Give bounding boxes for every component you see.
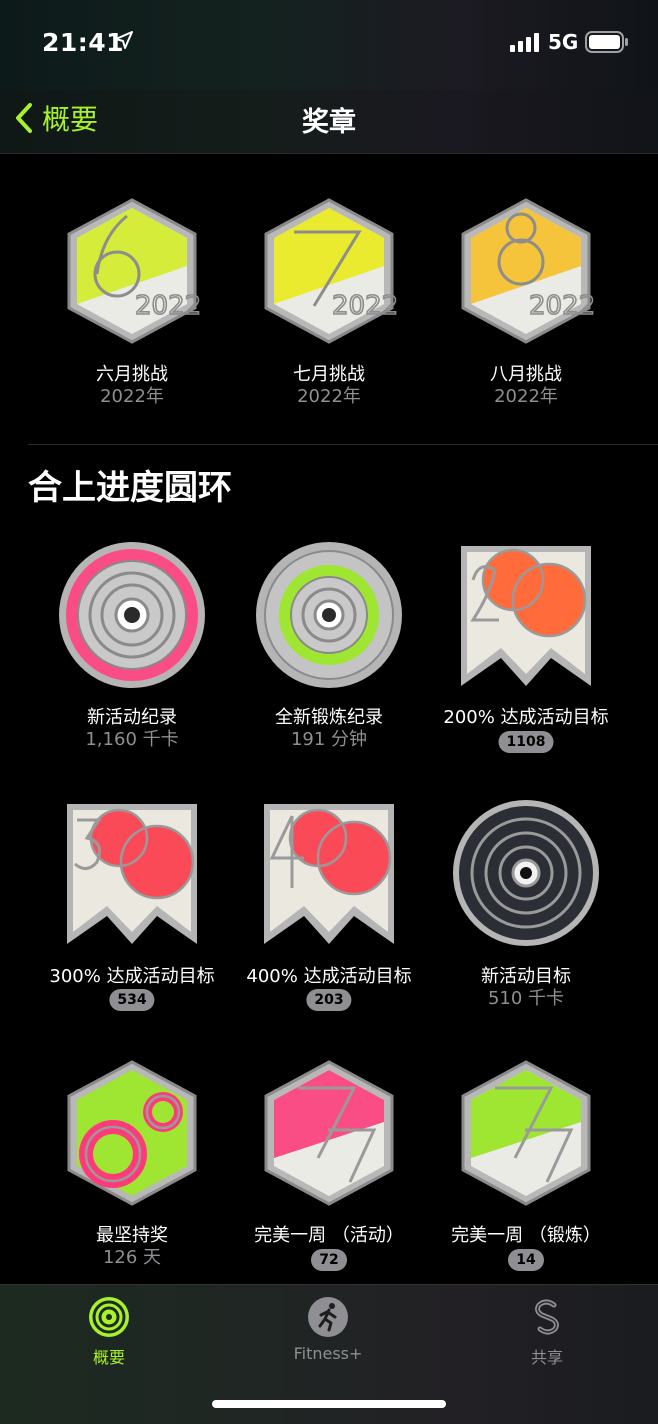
new-move-goal-badge[interactable] xyxy=(451,798,601,948)
badge-year: 2022年 xyxy=(100,386,164,407)
august-challenge-badge[interactable]: 2022 xyxy=(451,196,601,346)
badge-title: 200% 达成活动目标 xyxy=(443,707,609,728)
400-percent-move-badge[interactable] xyxy=(254,798,404,948)
banner-medal-icon xyxy=(461,546,591,686)
200-percent-move-badge[interactable] xyxy=(451,540,601,690)
page-title: 奖章 xyxy=(302,107,356,138)
badge-title: 400% 达成活动目标 xyxy=(246,966,412,987)
tab-label: Fitness+ xyxy=(293,1344,363,1363)
tab-label: 概要 xyxy=(92,1348,125,1367)
hexagon-medal-icon: 2022 xyxy=(461,198,596,344)
badge-subtitle: 1,160 千卡 xyxy=(85,729,179,750)
count-badge: 14 xyxy=(508,1249,544,1271)
svg-text:2022: 2022 xyxy=(529,291,595,321)
round-medal-icon xyxy=(256,542,402,688)
hexagon-medal-icon xyxy=(67,1060,197,1206)
badge-title: 完美一周 （活动） xyxy=(254,1225,404,1246)
move-record-badge[interactable] xyxy=(57,540,207,690)
hexagon-medal-icon xyxy=(461,1060,591,1206)
share-s-icon xyxy=(535,1299,559,1335)
300-percent-move-badge[interactable] xyxy=(57,798,207,948)
badge-subtitle: 510 千卡 xyxy=(487,988,565,1009)
section-divider xyxy=(28,444,658,445)
battery-icon xyxy=(585,31,628,53)
round-medal-icon xyxy=(453,800,599,946)
june-challenge-badge[interactable]: 2022 xyxy=(57,196,207,346)
july-challenge-badge[interactable]: 2022 xyxy=(254,196,404,346)
section-title: 合上进度圆环 xyxy=(28,468,232,508)
perfect-week-exercise-badge[interactable] xyxy=(451,1058,601,1208)
location-arrow-icon xyxy=(115,31,133,49)
tab-fitness-plus[interactable]: Fitness+ xyxy=(253,1296,403,1363)
hexagon-medal-icon xyxy=(264,1060,394,1206)
tab-label: 共享 xyxy=(530,1348,563,1367)
banner-medal-icon xyxy=(264,804,394,944)
tab-summary[interactable]: 概要 xyxy=(34,1296,184,1368)
count-badge: 72 xyxy=(311,1249,347,1271)
badge-subtitle: 191 分钟 xyxy=(290,729,368,750)
badge-year: 2022年 xyxy=(297,386,361,407)
count-badge: 203 xyxy=(306,989,352,1011)
badge-title: 300% 达成活动目标 xyxy=(49,966,215,987)
count-badge: 534 xyxy=(109,989,155,1011)
perfect-week-move-badge[interactable] xyxy=(254,1058,404,1208)
hexagon-medal-icon: 2022 xyxy=(264,198,399,344)
exercise-record-badge[interactable] xyxy=(254,540,404,690)
cellular-signal-icon xyxy=(510,33,539,52)
runner-icon xyxy=(308,1297,348,1337)
banner-medal-icon xyxy=(67,804,197,944)
network-type: 5G xyxy=(548,30,579,54)
badge-subtitle: 126 天 xyxy=(102,1247,162,1268)
badge-title: 完美一周 （锻炼） xyxy=(451,1225,601,1246)
svg-text:2022: 2022 xyxy=(135,291,201,321)
home-indicator[interactable] xyxy=(212,1400,446,1408)
longest-streak-badge[interactable] xyxy=(57,1058,207,1208)
activity-rings-icon xyxy=(89,1297,129,1337)
round-medal-icon xyxy=(59,542,205,688)
svg-text:2022: 2022 xyxy=(332,291,398,321)
status-time: 21:41 xyxy=(42,28,125,57)
badge-year: 2022年 xyxy=(494,386,558,407)
count-badge: 1108 xyxy=(498,731,554,753)
tab-sharing[interactable]: 共享 xyxy=(472,1296,622,1368)
hexagon-medal-icon: 2022 xyxy=(67,198,202,344)
